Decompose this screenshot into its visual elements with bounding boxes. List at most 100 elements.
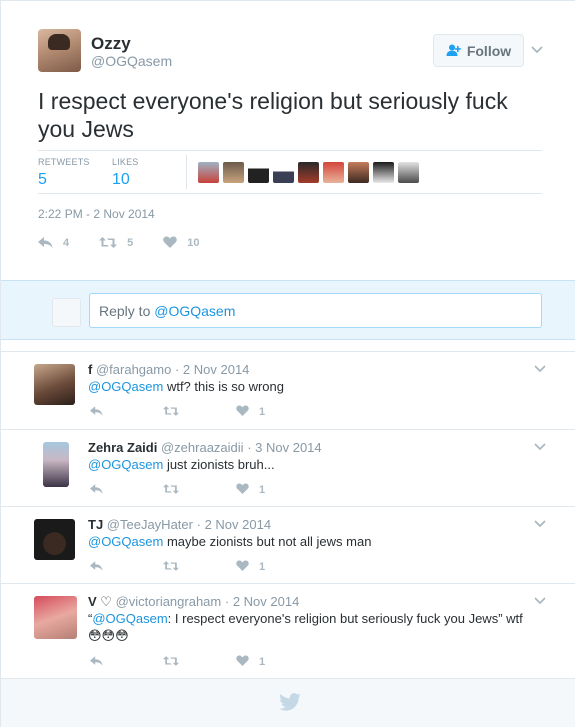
reply-count: 4 <box>63 237 70 249</box>
author-name[interactable]: Ozzy <box>91 34 131 54</box>
liker-avatar[interactable] <box>248 162 269 183</box>
retweet-icon <box>163 404 179 419</box>
likes-count: 10 <box>112 171 130 188</box>
reply-action[interactable] <box>90 482 163 497</box>
reply-arrow-icon <box>38 235 53 251</box>
reply-author-name[interactable]: Zehra Zaidi <box>88 440 157 455</box>
reply-tweet[interactable]: f @farahgamo · 2 Nov 2014 @OGQasem wtf? … <box>1 351 575 429</box>
reply-arrow-icon <box>90 559 103 574</box>
liker-avatar[interactable] <box>398 162 419 183</box>
like-action[interactable]: 10 <box>163 235 200 251</box>
retweets-stat[interactable]: RETWEETS 5 <box>38 157 90 189</box>
liker-avatar[interactable] <box>298 162 319 183</box>
chevron-down-icon[interactable] <box>534 440 546 454</box>
liker-avatar[interactable] <box>273 162 294 183</box>
reply-date[interactable]: 2 Nov 2014 <box>183 362 250 377</box>
reply-date[interactable]: 3 Nov 2014 <box>255 440 322 455</box>
reply-author-name[interactable]: TJ <box>88 517 103 532</box>
liker-avatar[interactable] <box>323 162 344 183</box>
reply-author-handle[interactable]: @TeeJayHater <box>107 517 193 532</box>
reply-author-name[interactable]: f <box>88 362 92 377</box>
retweets-label: RETWEETS <box>38 157 90 167</box>
follow-button[interactable]: Follow <box>433 34 524 67</box>
reply-text: @OGQasem wtf? this is so wrong <box>88 378 538 395</box>
reply-text: @OGQasem just zionists bruh... <box>88 456 538 473</box>
reply-author-handle[interactable]: @farahgamo <box>96 362 171 377</box>
chevron-down-icon[interactable] <box>534 594 546 608</box>
reply-mention[interactable]: @OGQasem <box>92 611 167 626</box>
reply-header: Zehra Zaidi @zehraazaidii · 3 Nov 2014 <box>88 440 322 455</box>
reply-author-handle[interactable]: @zehraazaidii <box>161 440 244 455</box>
reply-mention[interactable]: @OGQasem <box>88 379 163 394</box>
stats-divider <box>186 155 187 189</box>
reply-author-handle[interactable]: @victoriangraham <box>116 594 222 609</box>
reply-tweet[interactable]: TJ @TeeJayHater · 2 Nov 2014 @OGQasem ma… <box>1 506 575 583</box>
like-action[interactable]: 1 <box>236 559 309 574</box>
reply-avatar[interactable] <box>34 596 77 639</box>
reply-body: maybe zionists but not all jews man <box>163 534 372 549</box>
heart-icon <box>236 559 249 574</box>
current-user-avatar <box>52 298 81 327</box>
liker-avatar[interactable] <box>348 162 369 183</box>
retweet-icon <box>163 559 179 574</box>
reply-like-count: 1 <box>259 560 266 573</box>
chevron-down-icon[interactable] <box>534 362 546 376</box>
reply-text: “@OGQasem: I respect everyone's religion… <box>88 610 538 644</box>
retweet-icon <box>163 654 179 669</box>
author-avatar[interactable] <box>38 29 81 72</box>
retweet-icon <box>163 482 179 497</box>
like-action[interactable]: 1 <box>236 482 309 497</box>
reply-header: V ♡ @victoriangraham · 2 Nov 2014 <box>88 594 300 609</box>
reply-input[interactable] <box>89 293 542 328</box>
follow-person-plus-icon <box>446 43 461 59</box>
footer-bar <box>1 678 575 727</box>
reply-action[interactable]: 4 <box>38 235 69 251</box>
reply-action[interactable] <box>90 559 163 574</box>
reply-tweet[interactable]: V ♡ @victoriangraham · 2 Nov 2014 “@OGQa… <box>1 583 575 678</box>
like-count: 10 <box>187 237 200 249</box>
reply-like-count: 1 <box>259 483 266 496</box>
reply-author-name[interactable]: V ♡ <box>88 594 112 609</box>
reply-arrow-icon <box>90 654 103 669</box>
reply-body: just zionists bruh... <box>163 457 275 472</box>
like-action[interactable]: 1 <box>236 654 309 669</box>
retweet-action[interactable] <box>163 559 236 574</box>
retweet-action[interactable] <box>163 404 236 419</box>
retweet-action[interactable] <box>163 654 236 669</box>
reply-action[interactable] <box>90 404 163 419</box>
tweet-timestamp[interactable]: 2:22 PM - 2 Nov 2014 <box>38 207 155 221</box>
reply-body: wtf? this is so wrong <box>163 379 284 394</box>
reply-avatar[interactable] <box>43 442 69 487</box>
like-action[interactable]: 1 <box>236 404 309 419</box>
reply-date[interactable]: 2 Nov 2014 <box>205 517 272 532</box>
reply-mention[interactable]: @OGQasem <box>88 457 163 472</box>
reply-actions: 1 <box>90 482 309 497</box>
heart-icon <box>236 404 249 419</box>
retweet-action[interactable]: 5 <box>99 235 133 251</box>
heart-icon <box>236 482 249 497</box>
likes-stat[interactable]: LIKES 10 <box>112 157 139 189</box>
liker-avatars <box>198 162 419 183</box>
reply-actions: 1 <box>90 559 309 574</box>
reply-arrow-icon <box>90 482 103 497</box>
reply-actions: 1 <box>90 654 309 669</box>
liker-avatar[interactable] <box>373 162 394 183</box>
retweet-icon <box>99 235 118 251</box>
reply-date[interactable]: 2 Nov 2014 <box>233 594 300 609</box>
author-handle[interactable]: @OGQasem <box>91 53 172 69</box>
liker-avatar[interactable] <box>223 162 244 183</box>
reply-avatar[interactable] <box>34 519 75 560</box>
reply-avatar[interactable] <box>34 364 75 405</box>
likes-label: LIKES <box>112 157 139 167</box>
reply-like-count: 1 <box>259 655 266 668</box>
retweet-action[interactable] <box>163 482 236 497</box>
reply-tweet[interactable]: Zehra Zaidi @zehraazaidii · 3 Nov 2014 @… <box>1 429 575 506</box>
reply-action[interactable] <box>90 654 163 669</box>
reply-mention[interactable]: @OGQasem <box>88 534 163 549</box>
reply-like-count: 1 <box>259 405 266 418</box>
reply-header: TJ @TeeJayHater · 2 Nov 2014 <box>88 517 272 532</box>
chevron-down-icon[interactable] <box>534 517 546 531</box>
liker-avatar[interactable] <box>198 162 219 183</box>
reply-text: @OGQasem maybe zionists but not all jews… <box>88 533 538 550</box>
chevron-down-icon[interactable] <box>530 43 544 57</box>
